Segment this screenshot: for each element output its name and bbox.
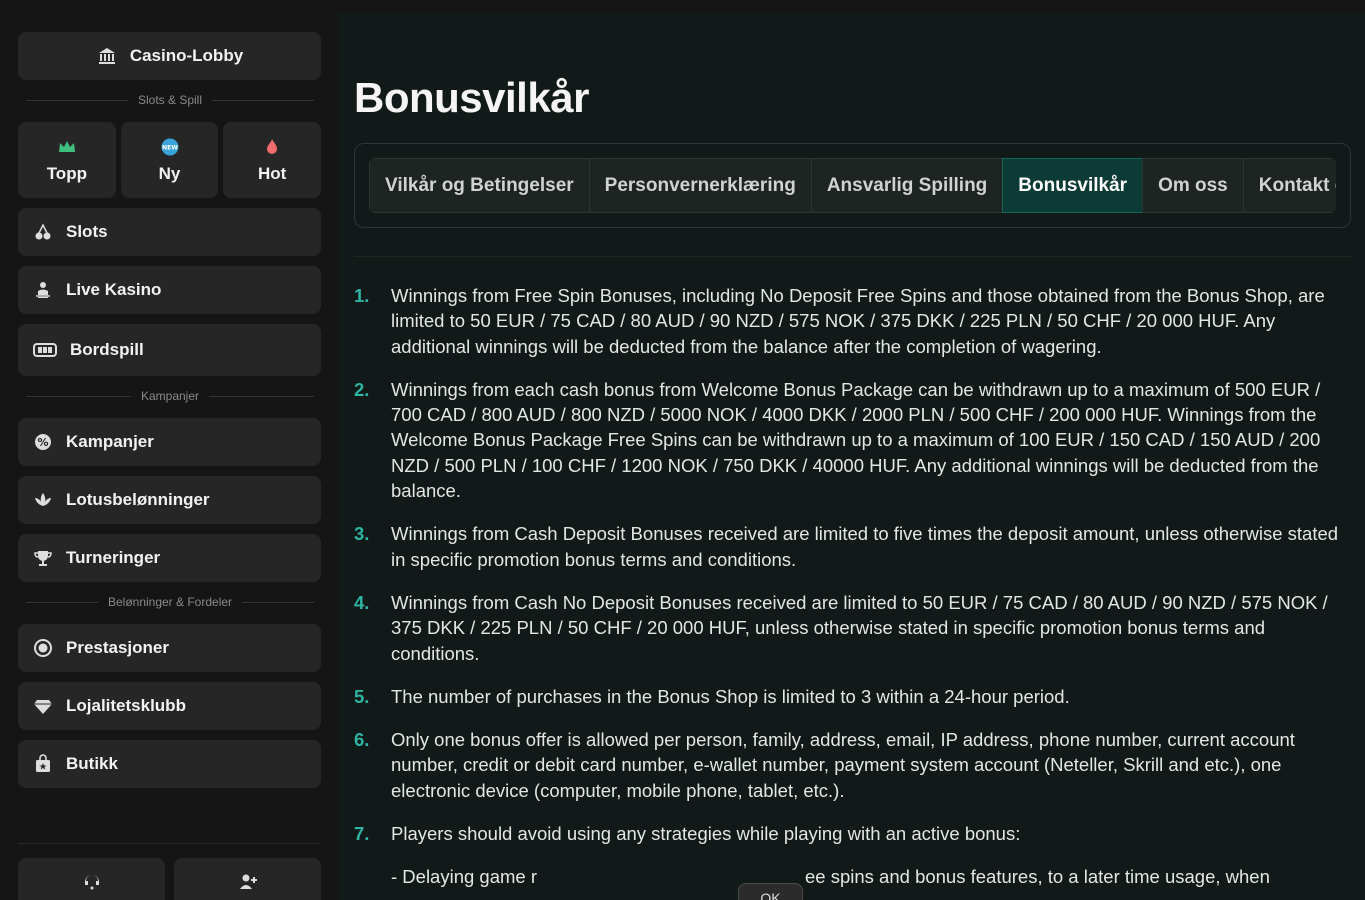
list-item: 5. The number of purchases in the Bonus … xyxy=(354,684,1344,709)
content-divider xyxy=(354,256,1351,257)
sidebar-item-table-games[interactable]: Bordspill xyxy=(18,324,321,376)
sidebar-item-label: Lojalitetsklubb xyxy=(66,696,186,715)
new-badge-icon: NEW xyxy=(159,136,181,158)
sidebar-item-shop[interactable]: Butikk xyxy=(18,740,321,788)
sidebar-item-campaigns[interactable]: % Kampanjer xyxy=(18,418,321,466)
sub-item-text-left: - Delaying game r xyxy=(391,866,538,888)
section-label-slots: Slots & Spill xyxy=(26,92,314,108)
trophy-icon xyxy=(32,547,54,569)
sidebar-item-achievements[interactable]: Prestasjoner xyxy=(18,624,321,672)
cherries-icon xyxy=(32,221,54,243)
bonus-terms-list: 1. Winnings from Free Spin Bonuses, incl… xyxy=(354,283,1344,890)
tab-terms-and-conditions[interactable]: Vilkår og Betingelser xyxy=(369,158,590,213)
sidebar-item-label: Bordspill xyxy=(70,340,144,359)
add-user-button[interactable] xyxy=(174,858,321,900)
flame-icon xyxy=(261,136,283,158)
sidebar-item-label: Prestasjoner xyxy=(66,638,169,657)
section-label-campaigns: Kampanjer xyxy=(26,388,314,404)
list-item: 2. Winnings from each cash bonus from We… xyxy=(354,377,1344,503)
item-number: 4. xyxy=(354,591,370,613)
quick-filter-label: Topp xyxy=(46,164,87,183)
tab-bonus-terms[interactable]: Bonusvilkår xyxy=(1002,158,1144,213)
sidebar-item-lotus-rewards[interactable]: Lotusbelønninger xyxy=(18,476,321,524)
quick-filter-new[interactable]: NEW Ny xyxy=(120,122,219,198)
list-item: 3. Winnings from Cash Deposit Bonuses re… xyxy=(354,521,1344,572)
main-content: Bonusvilkår Vilkår og Betingelser Person… xyxy=(338,0,1365,900)
sidebar-item-label: Live Kasino xyxy=(66,280,162,299)
sidebar: Casino-Lobby Slots & Spill Topp NEW Ny H… xyxy=(0,0,338,900)
crown-icon xyxy=(56,136,78,158)
sidebar-item-label: Slots xyxy=(66,222,108,241)
shop-bag-icon xyxy=(32,753,54,775)
item-text: Winnings from each cash bonus from Welco… xyxy=(391,378,1321,502)
item-text: Winnings from Cash Deposit Bonuses recei… xyxy=(391,523,1339,570)
tab-about-us[interactable]: Om oss xyxy=(1142,158,1244,213)
quick-filter-row: Topp NEW Ny Hot xyxy=(18,122,322,198)
dealer-icon xyxy=(32,279,54,301)
sub-item-text-right: ee spins and bonus features, to a later … xyxy=(805,866,1270,888)
item-number: 7. xyxy=(354,823,370,845)
tab-privacy-policy[interactable]: Personvernerklæring xyxy=(588,158,812,213)
svg-text:NEW: NEW xyxy=(162,145,178,152)
item-text: Winnings from Free Spin Bonuses, includi… xyxy=(391,285,1325,357)
sidebar-item-live-casino[interactable]: Live Kasino xyxy=(18,266,321,314)
tabs-container: Vilkår og Betingelser Personvernerklærin… xyxy=(354,143,1351,228)
quick-filter-top[interactable]: Topp xyxy=(18,122,116,198)
item-number: 6. xyxy=(354,729,370,751)
quick-filter-label: Hot xyxy=(258,164,287,183)
item-number: 2. xyxy=(354,378,370,400)
sidebar-item-label: Lotusbelønninger xyxy=(66,490,210,509)
lotus-icon xyxy=(32,489,54,511)
item-text: The number of purchases in the Bonus Sho… xyxy=(391,685,1070,707)
list-item: 6. Only one bonus offer is allowed per p… xyxy=(354,727,1344,803)
item-number: 5. xyxy=(354,685,370,707)
building-icon xyxy=(96,45,118,67)
top-bar xyxy=(338,0,1365,12)
sidebar-divider xyxy=(18,843,321,844)
sidebar-item-label: Turneringer xyxy=(66,548,161,567)
sidebar-item-label: Kampanjer xyxy=(66,432,154,451)
quick-filter-label: Ny xyxy=(158,164,181,183)
sidebar-bottom-actions xyxy=(18,858,321,900)
item-number: 3. xyxy=(354,523,370,545)
tab-contact-us[interactable]: Kontakt oss xyxy=(1242,158,1336,213)
achievement-icon xyxy=(32,637,54,659)
promo-icon: % xyxy=(32,431,54,453)
sidebar-item-tournaments[interactable]: Turneringer xyxy=(18,534,321,582)
tab-responsible-gaming[interactable]: Ansvarlig Spilling xyxy=(810,158,1004,213)
table-game-icon xyxy=(32,339,58,361)
quick-filter-hot[interactable]: Hot xyxy=(223,122,322,198)
page-title: Bonusvilkår xyxy=(354,74,589,121)
item-number: 1. xyxy=(354,285,370,306)
support-chat-icon xyxy=(81,871,103,893)
sub-list-item: - Delaying game r ee spins and bonus feat… xyxy=(354,864,1344,889)
list-item: 4. Winnings from Cash No Deposit Bonuses… xyxy=(354,590,1344,666)
casino-lobby-button[interactable]: Casino-Lobby xyxy=(18,32,321,80)
section-label-rewards: Belønninger & Fordeler xyxy=(26,594,314,610)
support-chat-button[interactable] xyxy=(18,858,165,900)
sidebar-item-slots[interactable]: Slots xyxy=(18,208,321,256)
sidebar-item-label: Butikk xyxy=(66,754,118,773)
add-user-icon xyxy=(237,871,259,893)
svg-text:%: % xyxy=(37,436,48,449)
diamond-icon xyxy=(32,695,54,717)
sidebar-item-loyalty-club[interactable]: Lojalitetsklubb xyxy=(18,682,321,730)
item-text: Winnings from Cash No Deposit Bonuses re… xyxy=(391,591,1328,664)
casino-lobby-label: Casino-Lobby xyxy=(129,46,244,65)
item-text: Only one bonus offer is allowed per pers… xyxy=(391,729,1295,801)
tab-bar: Vilkår og Betingelser Personvernerklærin… xyxy=(369,158,1336,213)
item-text: Players should avoid using any strategie… xyxy=(391,823,1021,845)
ok-button[interactable]: OK xyxy=(738,883,803,900)
list-item: 1. Winnings from Free Spin Bonuses, incl… xyxy=(354,283,1344,359)
list-item: 7. Players should avoid using any strate… xyxy=(354,821,1344,846)
